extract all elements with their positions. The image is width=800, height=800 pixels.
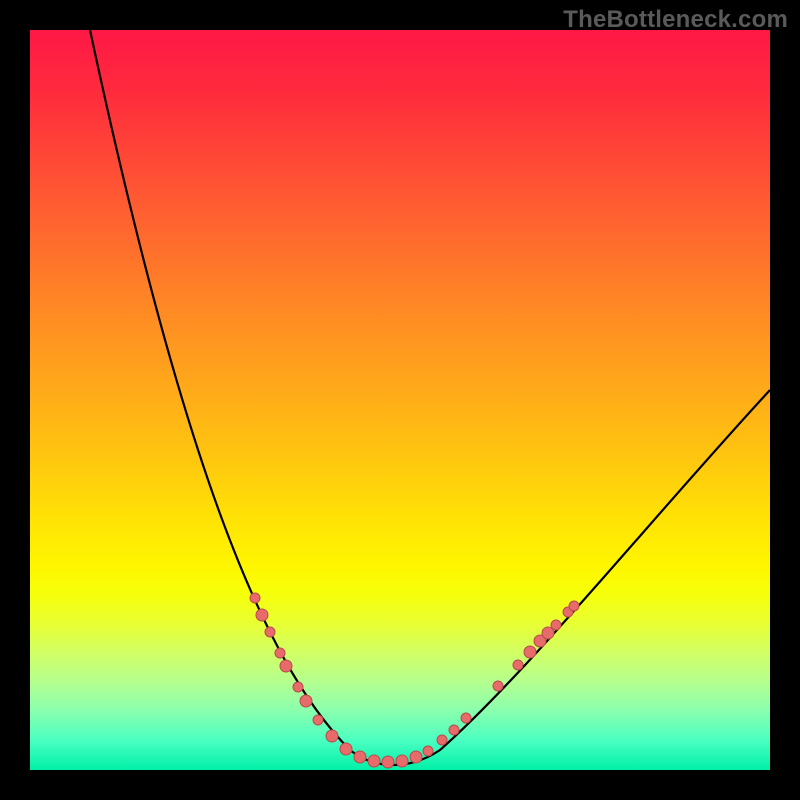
data-point [340, 743, 352, 755]
data-point [524, 646, 536, 658]
data-point [423, 746, 433, 756]
plot-area [30, 30, 770, 770]
data-point [256, 609, 268, 621]
data-point [300, 695, 312, 707]
watermark-text: TheBottleneck.com [563, 6, 788, 34]
data-point [313, 715, 323, 725]
data-point [551, 620, 561, 630]
data-point [265, 627, 275, 637]
data-point [326, 730, 338, 742]
data-point [396, 755, 408, 767]
data-point [569, 601, 579, 611]
data-point [382, 756, 394, 768]
data-point [437, 735, 447, 745]
bottleneck-curve [90, 30, 770, 765]
data-point [368, 755, 380, 767]
data-point [250, 593, 260, 603]
curve-layer [30, 30, 770, 770]
chart-frame: TheBottleneck.com [0, 0, 800, 800]
data-point [449, 725, 459, 735]
data-point [410, 751, 422, 763]
data-point [275, 648, 285, 658]
data-point [493, 681, 503, 691]
data-point [513, 660, 523, 670]
data-point [280, 660, 292, 672]
data-point [354, 751, 366, 763]
marker-group [250, 593, 579, 768]
data-point [461, 713, 471, 723]
data-point [293, 682, 303, 692]
